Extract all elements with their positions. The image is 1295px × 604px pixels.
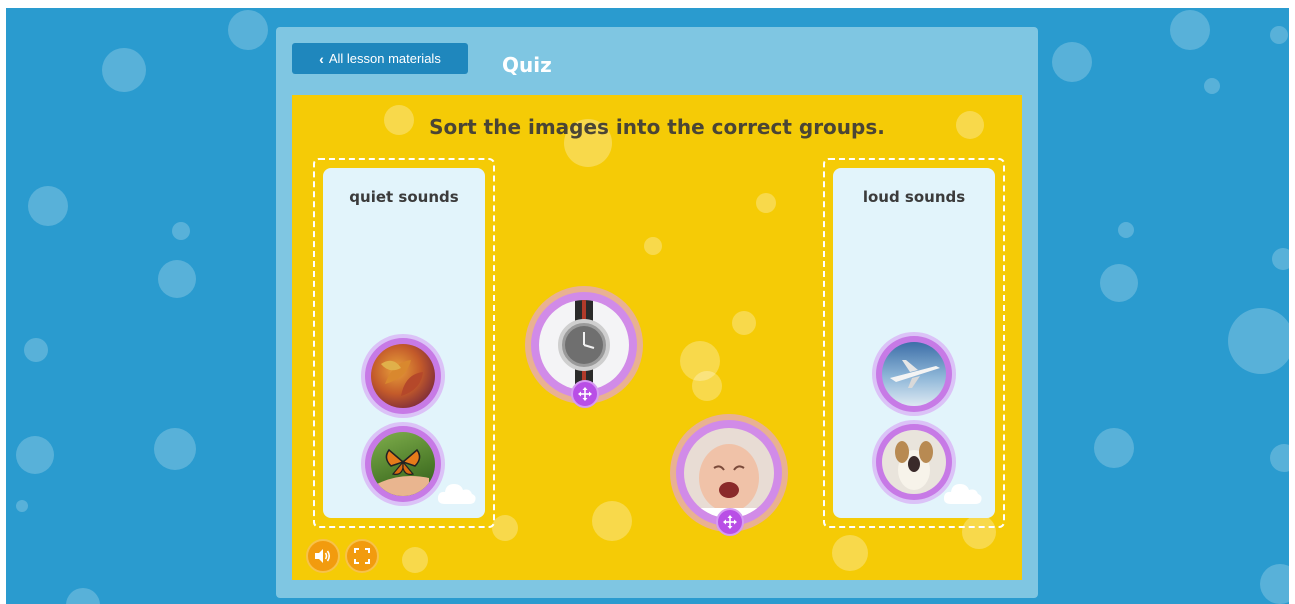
background-bubble — [66, 588, 100, 604]
board-bubble — [692, 371, 722, 401]
activity-prompt: Sort the images into the correct groups. — [429, 115, 885, 139]
background-bubble — [1228, 308, 1289, 374]
group-label-loud: loud sounds — [862, 188, 966, 206]
fullscreen-button[interactable] — [345, 539, 379, 573]
airplane-image — [882, 342, 946, 406]
background-bubble — [228, 10, 268, 50]
background-bubble — [16, 500, 28, 512]
crying-baby-token[interactable] — [676, 420, 782, 536]
wristwatch-token[interactable] — [531, 292, 637, 408]
background-bubble — [1272, 248, 1289, 270]
back-button-label: All lesson materials — [328, 51, 441, 66]
fullscreen-icon — [354, 548, 370, 564]
background-bubble — [154, 428, 196, 470]
background-bubble — [1052, 42, 1092, 82]
group-label-quiet: quiet sounds — [349, 188, 459, 206]
background-bubble — [1170, 10, 1210, 50]
all-lesson-materials-button[interactable]: ‹ All lesson materials — [292, 43, 468, 74]
crying-baby-image — [684, 428, 774, 518]
board-bubble — [644, 237, 662, 255]
move-icon[interactable] — [716, 508, 744, 536]
background-bubble — [1260, 564, 1289, 604]
cloud-icon — [943, 484, 982, 504]
background-bubble — [1094, 428, 1134, 468]
airplane-token[interactable] — [876, 336, 952, 412]
background-bubble — [28, 186, 68, 226]
wristwatch-image — [539, 300, 629, 390]
leaves-token[interactable] — [365, 338, 441, 414]
background-bubble — [1270, 444, 1289, 472]
board-bubble — [732, 311, 756, 335]
board-bubble — [832, 535, 868, 571]
speaker-icon — [315, 549, 331, 563]
butterfly-token[interactable] — [365, 426, 441, 502]
board-bubble — [756, 193, 776, 213]
background-bubble — [1204, 78, 1220, 94]
move-icon[interactable] — [571, 380, 599, 408]
background-bubble — [1270, 26, 1288, 44]
page-title: Quiz — [502, 53, 552, 77]
board-bubble — [402, 547, 428, 573]
barking-dog-image — [882, 430, 946, 494]
background-bubble — [102, 48, 146, 92]
board-bubble — [592, 501, 632, 541]
background-bubble — [24, 338, 48, 362]
background-bubble — [1118, 222, 1134, 238]
background-bubble — [16, 436, 54, 474]
chevron-left-icon: ‹ — [319, 50, 324, 67]
background-bubble — [172, 222, 190, 240]
sound-button[interactable] — [306, 539, 340, 573]
background-bubble — [158, 260, 196, 298]
butterfly-image — [371, 432, 435, 496]
barking-dog-token[interactable] — [876, 424, 952, 500]
board-bubble — [492, 515, 518, 541]
leaves-image — [371, 344, 435, 408]
cloud-icon — [437, 484, 476, 504]
background-bubble — [1100, 264, 1138, 302]
